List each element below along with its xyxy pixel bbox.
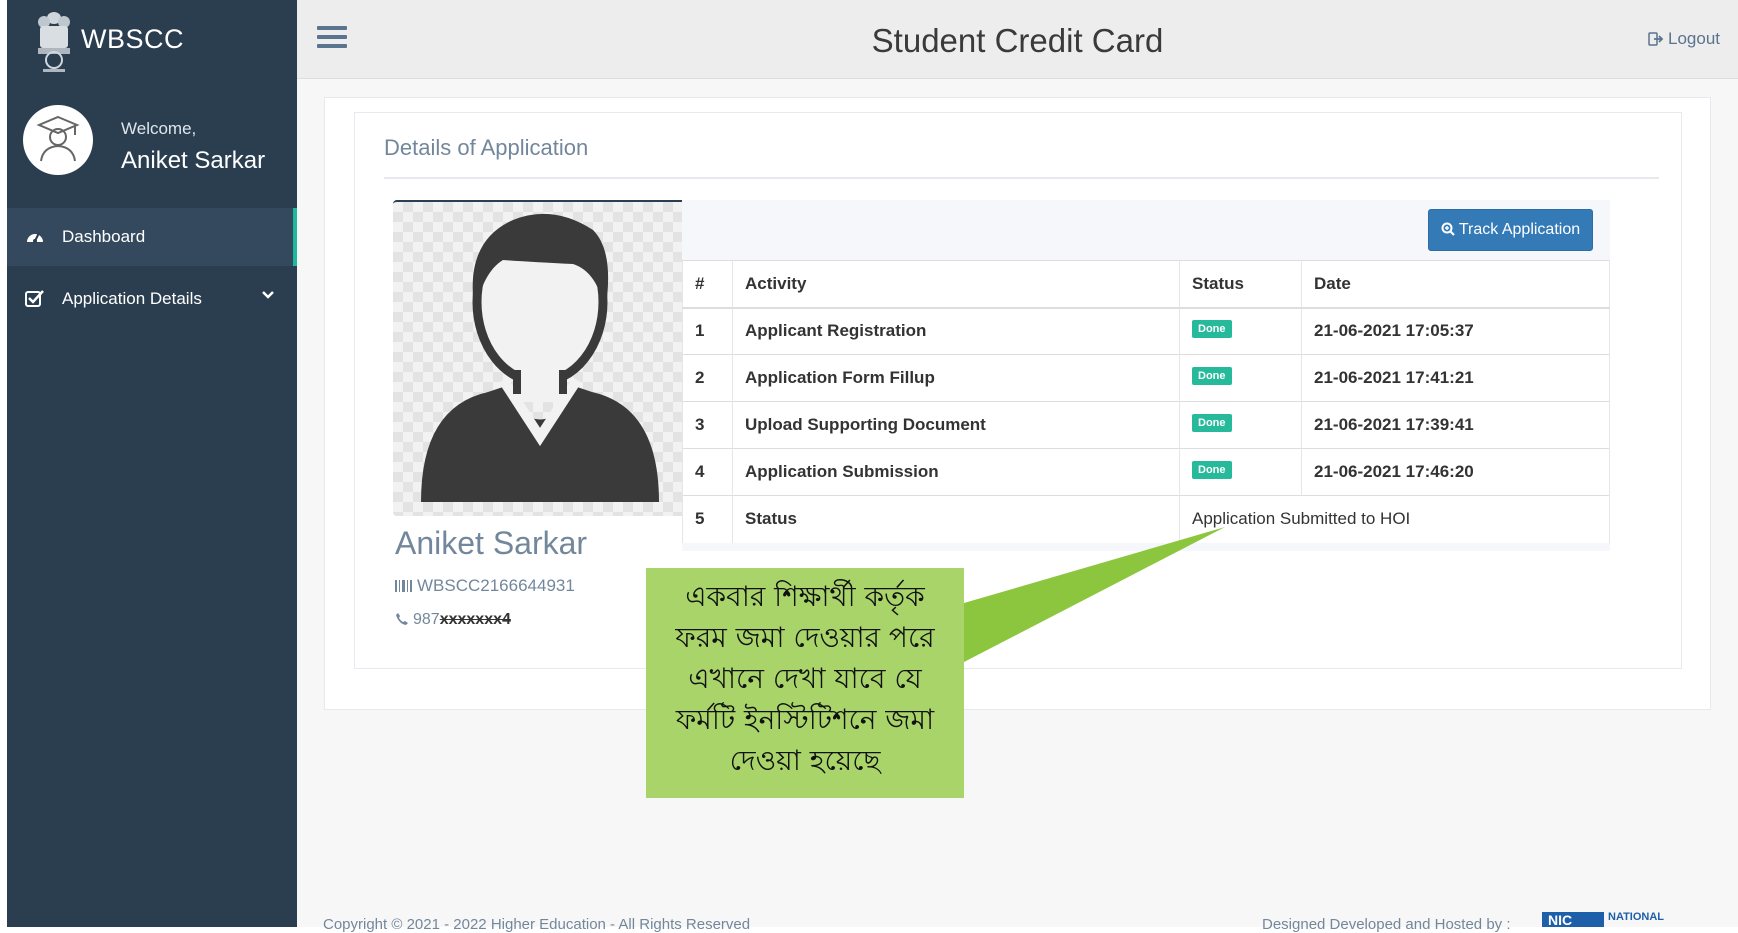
- tachometer-icon: [27, 232, 43, 243]
- annotation-line: এখানে দেখা যাবে যে: [688, 662, 922, 695]
- avatar: [23, 105, 93, 175]
- main-content: Details of Application Aniket Sarkar WBS…: [297, 79, 1738, 927]
- row-activity: Application Form Fillup: [732, 354, 1180, 402]
- status-badge: Done: [1192, 320, 1232, 339]
- table-row: 3 Upload Supporting Document Done 21-06-…: [682, 401, 1610, 449]
- row-number: 4: [682, 448, 733, 496]
- table-row: 1 Applicant Registration Done 21-06-2021…: [682, 307, 1610, 355]
- brand-title: WBSCC: [81, 24, 184, 54]
- sidebar-item-label: Application Details: [62, 289, 202, 308]
- row-activity: Applicant Registration: [732, 307, 1180, 355]
- footer-credit: Designed Developed and Hosted by :: [1262, 916, 1511, 933]
- footer-copyright: Copyright © 2021 - 2022 Higher Education…: [323, 916, 751, 933]
- panel-title: Details of Application: [384, 135, 589, 160]
- table-row: 5 Status Application Submitted to HOI: [682, 495, 1610, 543]
- table-header-row: # Activity Status Date: [682, 260, 1610, 309]
- row-activity: Status: [732, 495, 1180, 543]
- row-number: 3: [682, 401, 733, 449]
- annotation-callout: একবার শিক্ষার্থী কর্তৃক ফরম জমা দেওয়ার …: [646, 568, 964, 798]
- column-header-number: #: [682, 260, 733, 309]
- student-id-value: WBSCC2166644931: [417, 576, 575, 595]
- checkbox-icon: [25, 290, 44, 307]
- graduate-avatar-icon: [36, 115, 80, 162]
- row-status: Done: [1179, 307, 1302, 355]
- chevron-down-icon: [262, 291, 274, 299]
- sign-out-icon: [1648, 32, 1664, 46]
- sidebar-item-application-details[interactable]: Application Details: [7, 270, 297, 328]
- annotation-line: একবার শিক্ষার্থী কর্তৃক: [685, 580, 925, 613]
- user-silhouette-icon: [421, 213, 659, 502]
- status-badge: Done: [1192, 414, 1232, 432]
- annotation-line: দেওয়া হয়েছে: [729, 744, 881, 777]
- row-date: 21-06-2021 17:46:20: [1301, 448, 1610, 496]
- row-number: 5: [682, 495, 733, 543]
- column-header-activity: Activity: [732, 260, 1180, 309]
- row-number: 2: [682, 354, 733, 402]
- column-header-date: Date: [1301, 260, 1610, 309]
- row-status: Done: [1179, 401, 1302, 449]
- row-date: 21-06-2021 17:05:37: [1301, 307, 1610, 355]
- row-status-text: Application Submitted to HOI: [1179, 495, 1610, 543]
- row-date: 21-06-2021 17:41:21: [1301, 354, 1610, 402]
- phone-icon: [396, 613, 408, 625]
- application-details-panel: Details of Application Aniket Sarkar WBS…: [354, 112, 1682, 669]
- sidebar-item-label: Dashboard: [62, 227, 146, 246]
- track-application-button[interactable]: Track Application: [1428, 209, 1593, 251]
- logout-label: Logout: [1668, 29, 1720, 48]
- brand[interactable]: WBSCC: [7, 0, 297, 78]
- annotation-line: ফরম জমা দেওয়ার পরে: [675, 621, 935, 654]
- svg-text:NIC: NIC: [1548, 912, 1572, 927]
- row-number: 1: [682, 307, 733, 355]
- row-status: Done: [1179, 448, 1302, 496]
- student-photo: [393, 200, 689, 516]
- barcode-icon: [395, 580, 412, 592]
- table-row: 2 Application Form Fillup Done 21-06-202…: [682, 354, 1610, 402]
- phone-prefix: 987: [413, 611, 440, 628]
- user-name: Aniket Sarkar: [121, 147, 266, 174]
- student-id: WBSCC2166644931: [395, 576, 575, 596]
- national-emblem-icon: [38, 12, 70, 72]
- content-panel: Details of Application Aniket Sarkar WBS…: [324, 97, 1711, 710]
- row-activity: Application Submission: [732, 448, 1180, 496]
- sidebar: WBSCC Welcome, Aniket Sarkar Dashboard A…: [7, 0, 297, 927]
- activity-table: # Activity Status Date 1 Applicant Regis…: [682, 260, 1610, 543]
- status-badge: Done: [1192, 367, 1232, 385]
- activity-table-container: Track Application # Activity Status Date: [682, 200, 1610, 551]
- status-badge: Done: [1192, 461, 1232, 479]
- page-title: Student Credit Card: [871, 22, 1164, 59]
- nic-logo: NIC NATIONAL: [1542, 911, 1664, 927]
- table-row: 4 Application Submission Done 21-06-2021…: [682, 448, 1610, 496]
- welcome-text: Welcome,: [121, 119, 197, 138]
- user-profile: Welcome, Aniket Sarkar: [7, 88, 297, 208]
- row-activity: Upload Supporting Document: [732, 401, 1180, 449]
- student-phone: 987xxxxxxx4: [395, 611, 511, 629]
- top-navbar: Student Credit Card Logout: [297, 0, 1738, 79]
- track-button-label: Track Application: [1458, 221, 1581, 238]
- search-plus-icon: [1441, 222, 1455, 236]
- logout-link[interactable]: Logout: [1648, 29, 1720, 49]
- annotation-line: ফর্মটি ইনস্টিটিশনে জমা: [675, 703, 935, 736]
- sidebar-item-dashboard[interactable]: Dashboard: [7, 208, 297, 266]
- row-status: Done: [1179, 354, 1302, 402]
- student-name: Aniket Sarkar: [395, 525, 588, 561]
- row-date: 21-06-2021 17:39:41: [1301, 401, 1610, 449]
- divider: [384, 177, 1659, 179]
- phone-masked: xxxxxxx4: [439, 611, 511, 628]
- column-header-status: Status: [1179, 260, 1302, 309]
- nic-label: NATIONAL: [1608, 911, 1664, 923]
